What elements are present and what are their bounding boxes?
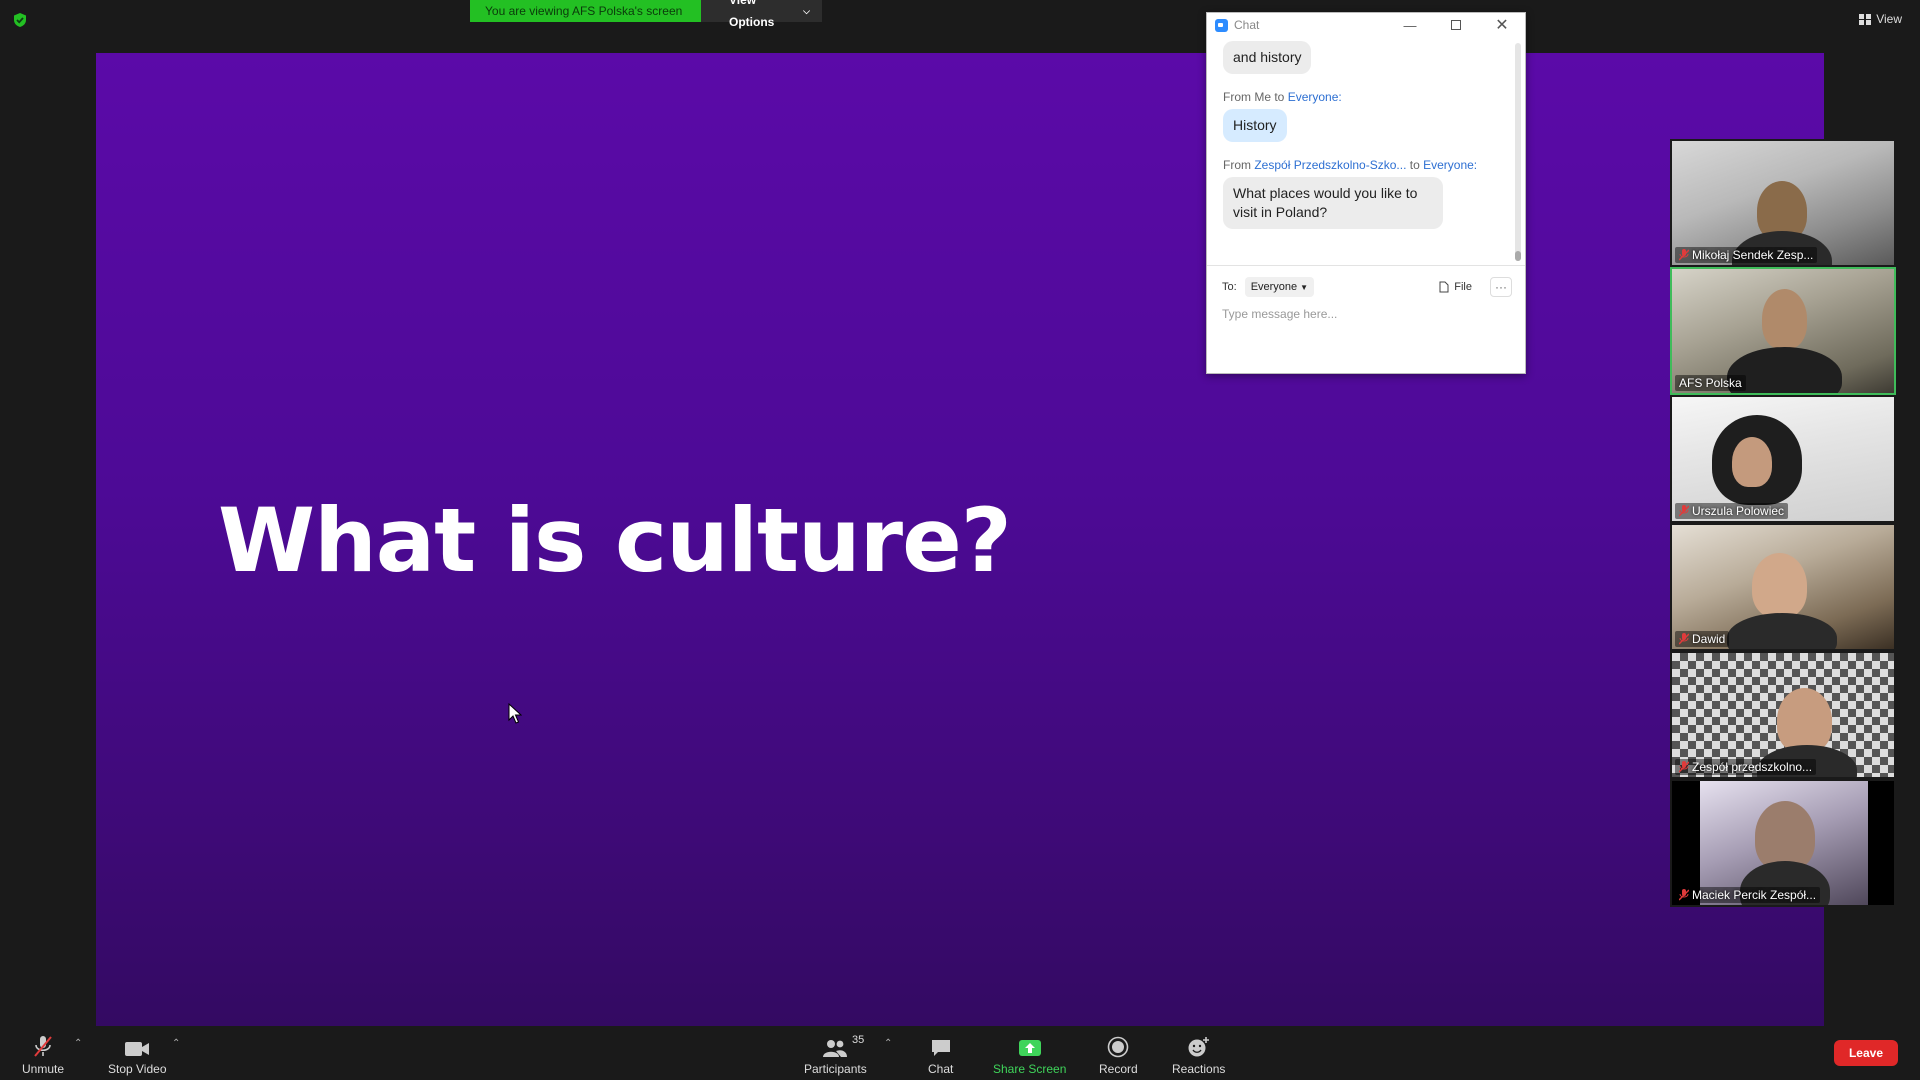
recipient-value: Everyone [1250, 281, 1298, 293]
chat-message: and history [1223, 41, 1312, 74]
view-options-button[interactable]: View Options ⌵ [701, 0, 822, 29]
chat-message: History [1223, 109, 1287, 142]
file-label: File [1454, 281, 1472, 293]
participant-name-label: Zespół przedszkolno... [1692, 760, 1813, 774]
participant-video-tile[interactable]: AFS Polska [1670, 267, 1896, 395]
unmute-button[interactable]: Unmute [22, 1034, 64, 1076]
close-button[interactable]: ✕ [1479, 13, 1525, 37]
chat-scrollbar[interactable] [1515, 43, 1521, 261]
stop-video-button[interactable]: Stop Video [108, 1034, 167, 1076]
mic-muted-icon [1679, 505, 1689, 517]
to-label: to [1406, 158, 1424, 172]
participants-count: 35 [852, 1034, 865, 1046]
viewing-label: You are viewing AFS Polska's screen [470, 0, 701, 22]
more-icon: ··· [1495, 280, 1507, 294]
view-options-label: View Options [729, 0, 775, 29]
zoom-logo-icon [1215, 18, 1228, 32]
participant-name-label: Dawid [1692, 632, 1726, 646]
participant-name-label: Maciek Percik Zespół... [1692, 888, 1817, 902]
participant-name-label: Mikołaj Sendek Zesp... [1692, 248, 1814, 262]
participants-icon [823, 1040, 848, 1057]
recipient-dropdown[interactable]: Everyone ▼ [1244, 277, 1315, 297]
mic-muted-icon [1679, 761, 1689, 773]
close-icon: ✕ [1495, 17, 1509, 34]
divider [1207, 265, 1525, 266]
chevron-down-icon: ⌵ [803, 6, 810, 16]
message-header: From Zespół Przedszkolno-Szko... to Ever… [1223, 158, 1501, 172]
share-screen-label: Share Screen [993, 1062, 1067, 1076]
mouse-cursor-icon [508, 703, 522, 724]
recipient-link[interactable]: Everyone: [1423, 158, 1477, 172]
mic-muted-icon [1679, 249, 1689, 261]
participant-name: AFS Polska [1675, 375, 1746, 391]
grid-view-icon [1859, 13, 1872, 25]
participant-video-tile[interactable]: Zespół przedszkolno... [1670, 651, 1896, 779]
chat-window: Chat — ✕ and history From Me to Everyone… [1206, 12, 1526, 374]
participant-name-label: AFS Polska [1679, 376, 1742, 390]
slide-title: What is culture? [218, 489, 1012, 592]
shared-screen: What is culture? [96, 53, 1824, 1026]
message-header: From Me to Everyone: [1223, 90, 1501, 104]
video-camera-icon [125, 1042, 150, 1056]
mic-muted-icon [1679, 633, 1689, 645]
mic-muted-icon [34, 1036, 52, 1057]
participant-name: Maciek Percik Zespół... [1675, 887, 1821, 903]
minimize-button[interactable]: — [1387, 13, 1433, 37]
participants-label: Participants [804, 1062, 867, 1076]
maximize-button[interactable] [1433, 13, 1479, 37]
unmute-label: Unmute [22, 1062, 65, 1076]
file-button[interactable]: File [1439, 281, 1472, 293]
minimize-icon: — [1403, 17, 1417, 33]
participant-name-label: Urszula Polowiec [1692, 504, 1785, 518]
to-label: To: [1222, 281, 1237, 293]
leave-button[interactable]: Leave [1833, 1040, 1898, 1066]
chat-message: What places would you like to visit in P… [1223, 177, 1443, 229]
chat-titlebar[interactable]: Chat — ✕ [1207, 13, 1525, 37]
share-screen-button[interactable]: Share Screen [993, 1034, 1066, 1076]
recipient-link[interactable]: Everyone: [1288, 90, 1342, 104]
record-icon [1108, 1036, 1129, 1058]
participant-video-tile[interactable]: Maciek Percik Zespół... [1670, 779, 1896, 907]
file-icon [1439, 281, 1449, 293]
from-label: From [1223, 158, 1255, 172]
share-screen-icon [1018, 1040, 1041, 1056]
participant-video-tile[interactable]: Mikołaj Sendek Zesp... [1670, 139, 1896, 267]
maximize-icon [1451, 20, 1461, 30]
from-label: From Me to [1223, 90, 1288, 104]
chat-label: Chat [928, 1062, 954, 1076]
participant-name: Zespół przedszkolno... [1675, 759, 1817, 775]
more-options-button[interactable]: ··· [1490, 277, 1512, 297]
view-button[interactable]: View [1859, 12, 1902, 26]
chat-button[interactable]: Chat [928, 1034, 953, 1076]
participant-video-tile[interactable]: Dawid [1670, 523, 1896, 651]
chat-bubble-icon [931, 1040, 950, 1056]
record-button[interactable]: Record [1099, 1034, 1138, 1076]
view-label: View [1876, 12, 1902, 26]
chevron-down-icon: ▼ [1300, 282, 1309, 292]
participant-name: Mikołaj Sendek Zesp... [1675, 247, 1818, 263]
sender-link[interactable]: Zespół Przedszkolno-Szko... [1254, 158, 1406, 172]
reactions-label: Reactions [1172, 1062, 1226, 1076]
meeting-controls-toolbar: Unmute ⌃ Stop Video ⌃ Participants 35 ⌃ … [0, 1028, 1920, 1080]
chat-recipient-row: To: Everyone ▼ File ··· [1222, 277, 1512, 297]
participant-name: Urszula Polowiec [1675, 503, 1789, 519]
reactions-button[interactable]: Reactions [1172, 1034, 1225, 1076]
stop-video-label: Stop Video [108, 1062, 167, 1076]
video-options-caret[interactable]: ⌃ [172, 1038, 180, 1049]
reactions-icon [1188, 1037, 1209, 1057]
mic-muted-icon [1679, 889, 1689, 901]
screen-share-banner: You are viewing AFS Polska's screen View… [470, 0, 822, 29]
chat-message-list[interactable]: and history From Me to Everyone: History… [1207, 37, 1517, 261]
participant-video-tile[interactable]: Urszula Polowiec [1670, 395, 1896, 523]
participants-options-caret[interactable]: ⌃ [884, 1038, 892, 1049]
zoom-meeting-window: You are viewing AFS Polska's screen View… [0, 0, 1920, 1080]
video-gallery: Mikołaj Sendek Zesp... AFS Polska Urszul… [1670, 139, 1896, 907]
participant-name: Dawid [1675, 631, 1730, 647]
audio-options-caret[interactable]: ⌃ [74, 1038, 82, 1049]
security-shield-icon[interactable] [12, 12, 28, 28]
record-label: Record [1099, 1062, 1138, 1076]
chat-message-input[interactable] [1222, 307, 1512, 321]
chat-title: Chat [1234, 18, 1260, 32]
